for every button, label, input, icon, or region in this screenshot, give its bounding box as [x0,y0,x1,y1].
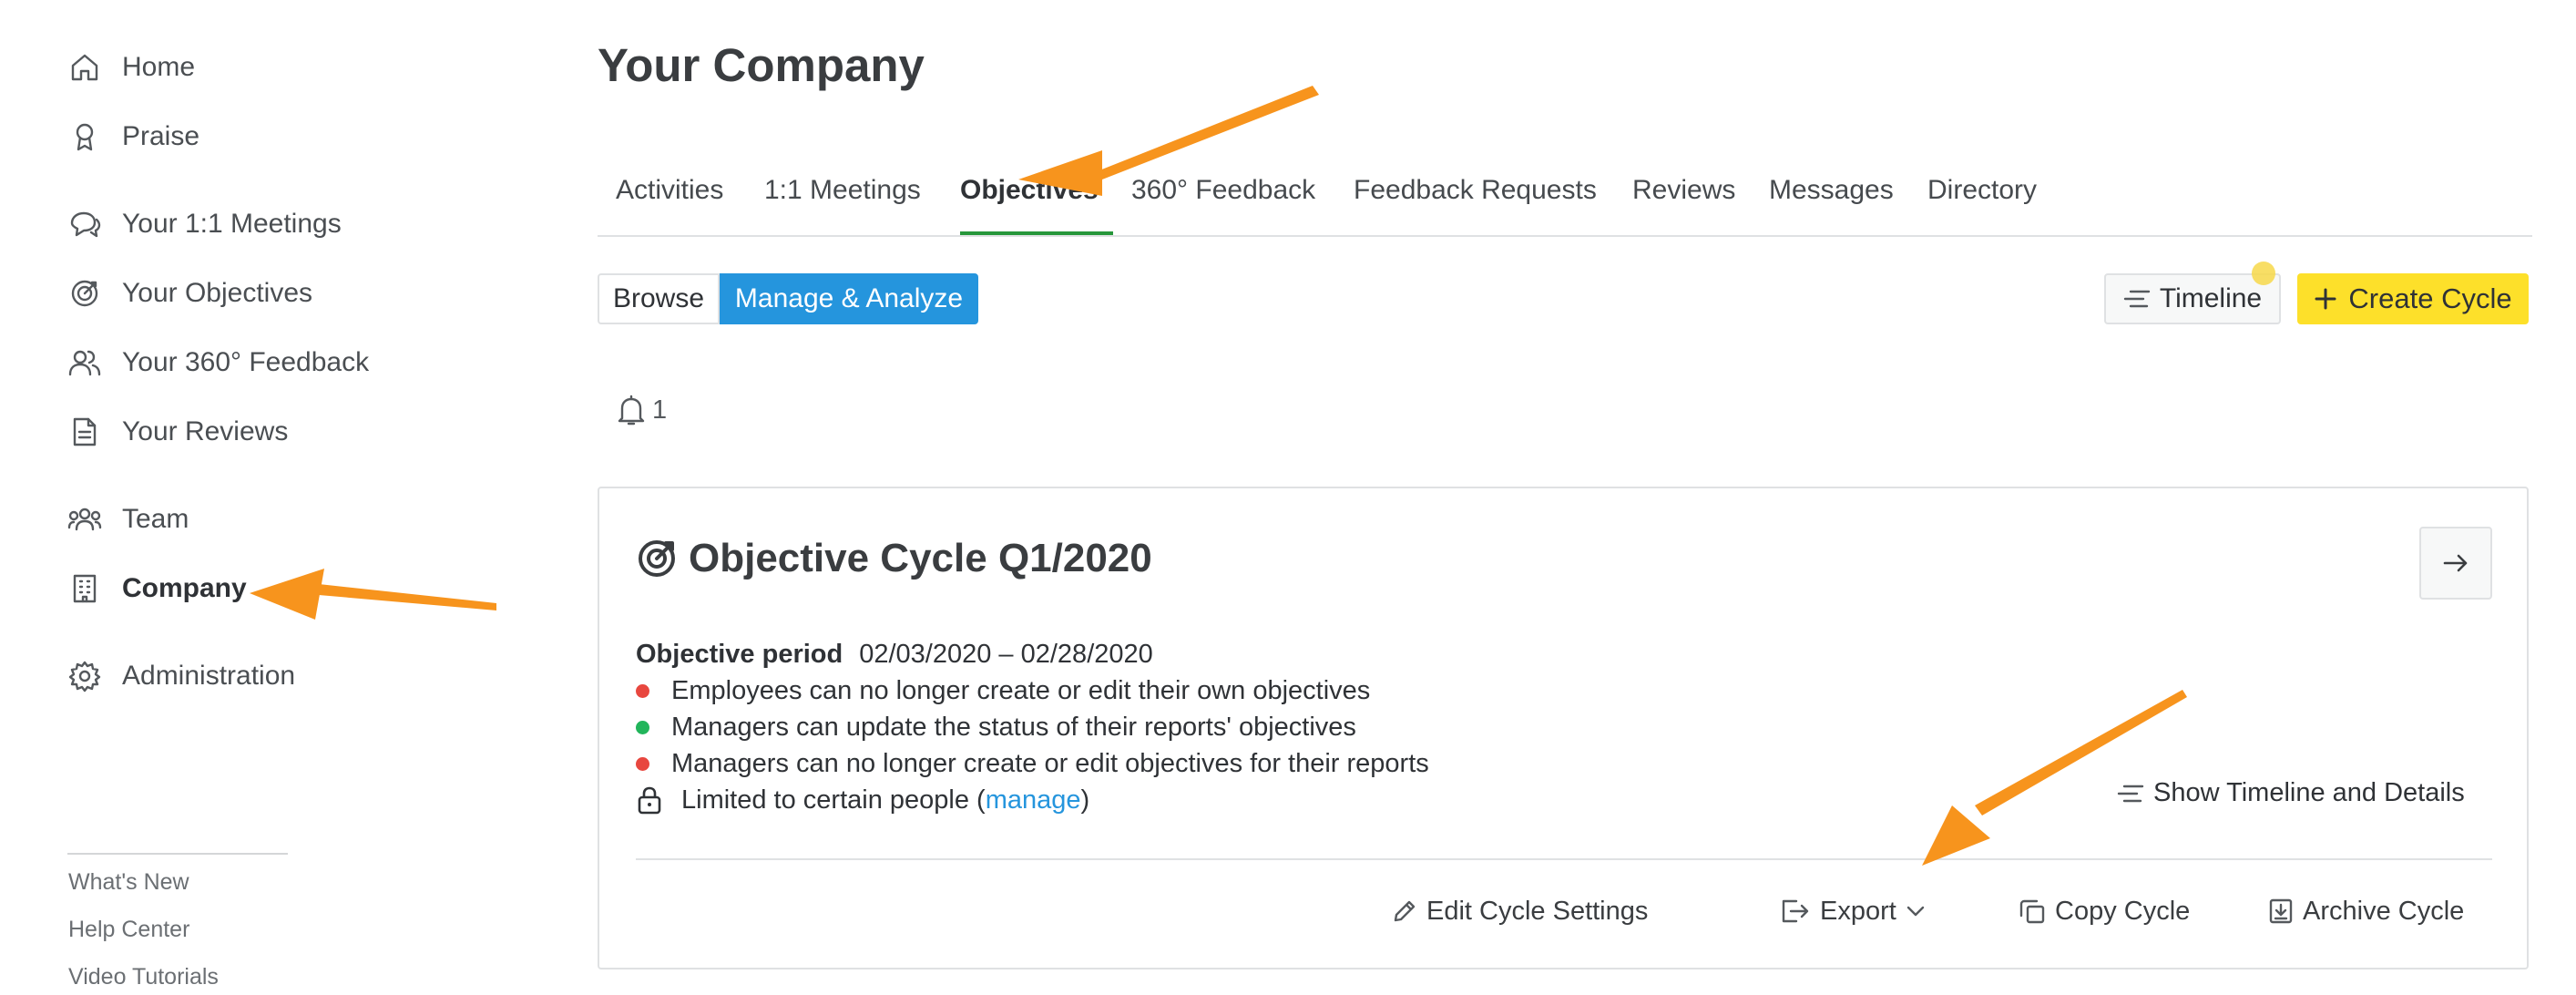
pencil-icon [1392,898,1417,924]
tab-reviews[interactable]: Reviews [1632,175,1735,206]
chevron-down-icon [1906,905,1926,918]
sidebar-item-objectives[interactable]: Your Objectives [67,266,312,321]
lock-icon [636,785,663,815]
active-tab-indicator [960,231,1113,235]
video-tutorials-link[interactable]: Video Tutorials [68,964,219,990]
timeline-label: Timeline [2159,283,2263,313]
browse-button[interactable]: Browse [598,273,720,324]
people-icon [67,345,102,380]
sidebar: Home Praise Your 1:1 Meetings Your Objec… [0,0,510,995]
card-divider [636,858,2492,860]
tab-meetings[interactable]: 1:1 Meetings [764,175,921,206]
manage-access-link[interactable]: manage [986,785,1081,815]
document-icon [67,415,102,449]
ribbon-icon [67,119,102,154]
chat-bubbles-icon [67,207,102,241]
status-dot-red [636,756,649,771]
sidebar-item-label: Praise [122,121,200,151]
period-value: 02/03/2020 – 02/28/2020 [859,640,1153,669]
archive-cycle-button[interactable]: Archive Cycle [2268,893,2464,929]
status-dot-green [636,720,649,734]
cycle-title: Objective Cycle Q1/2020 [636,536,1152,581]
help-center-link[interactable]: Help Center [68,917,189,943]
sidebar-item-label: Company [122,573,247,603]
objective-period: Objective period 02/03/2020 – 02/28/2020 [636,640,1153,670]
sidebar-item-label: Your 360° Feedback [122,347,370,377]
copy-cycle-button[interactable]: Copy Cycle [2019,893,2190,929]
cycle-rule: Managers can update the status of their … [636,709,1356,745]
sidebar-item-administration[interactable]: Administration [67,649,295,703]
sidebar-item-team[interactable]: Team [67,492,189,547]
manage-analyze-button[interactable]: Manage & Analyze [720,273,978,324]
objective-cycle-card: Objective Cycle Q1/2020 Objective period… [598,487,2529,969]
tab-directory[interactable]: Directory [1927,175,2037,206]
edit-cycle-label: Edit Cycle Settings [1426,896,1649,926]
create-cycle-label: Create Cycle [2348,282,2512,314]
rule-text: Employees can no longer create or edit t… [671,675,1371,705]
create-cycle-button[interactable]: Create Cycle [2297,273,2529,324]
access-restriction: Limited to certain people (manage) [636,782,1089,818]
archive-icon [2268,898,2294,925]
show-timeline-button[interactable]: Show Timeline and Details [2117,778,2465,808]
gear-icon [67,659,102,693]
sidebar-item-reviews[interactable]: Your Reviews [67,405,288,459]
timeline-icon [2123,289,2151,309]
sidebar-item-praise[interactable]: Praise [67,109,199,164]
sidebar-item-meetings[interactable]: Your 1:1 Meetings [67,197,342,251]
sidebar-item-label: Administration [122,661,296,691]
sidebar-item-company[interactable]: Company [67,561,247,616]
page-title: Your Company [598,39,925,91]
tab-bar: Activities 1:1 Meetings Objectives 360° … [598,162,2532,237]
notification-dot [2252,262,2275,285]
copy-cycle-label: Copy Cycle [2055,896,2191,926]
tab-activities[interactable]: Activities [616,175,723,206]
rule-text: Managers can update the status of their … [671,712,1356,742]
tab-360-feedback[interactable]: 360° Feedback [1131,175,1315,206]
tab-feedback-requests[interactable]: Feedback Requests [1354,175,1597,206]
sidebar-item-label: Team [122,504,189,534]
arrow-right-icon [2442,552,2469,574]
target-icon [636,538,678,580]
access-text: Limited to certain people ( [681,785,986,815]
home-icon [67,50,102,85]
archive-cycle-label: Archive Cycle [2303,896,2465,926]
tab-messages[interactable]: Messages [1769,175,1894,206]
tab-objectives[interactable]: Objectives [960,175,1099,206]
timeline-icon [2117,784,2144,804]
cycle-rule: Employees can no longer create or edit t… [636,672,1370,709]
bell-icon [616,394,647,426]
rule-text: Managers can no longer create or edit ob… [671,748,1429,778]
notifications-indicator[interactable]: 1 [616,394,667,426]
access-close: ) [1080,785,1090,815]
period-label: Objective period [636,640,843,669]
whats-new-link[interactable]: What's New [68,869,189,896]
view-toggle: Browse Manage & Analyze [598,273,978,324]
cycle-title-text: Objective Cycle Q1/2020 [689,536,1152,580]
cycle-rule: Managers can no longer create or edit ob… [636,745,1429,782]
sidebar-item-label: Your 1:1 Meetings [122,209,342,239]
export-icon [1780,898,1811,925]
building-icon [67,571,102,606]
sidebar-item-label: Your Reviews [122,416,289,446]
show-timeline-label: Show Timeline and Details [2153,778,2465,807]
export-label: Export [1820,896,1896,926]
notification-count: 1 [652,395,668,425]
sidebar-item-label: Home [122,52,196,82]
sidebar-item-home[interactable]: Home [67,40,195,95]
open-cycle-button[interactable] [2419,527,2492,600]
team-icon [67,502,102,537]
sidebar-item-360-feedback[interactable]: Your 360° Feedback [67,335,369,390]
target-icon [67,276,102,311]
export-dropdown[interactable]: Export [1780,893,1926,929]
edit-cycle-settings-button[interactable]: Edit Cycle Settings [1392,893,1648,929]
copy-icon [2019,898,2046,925]
status-dot-red [636,683,649,698]
sidebar-divider [67,853,288,855]
sidebar-item-label: Your Objectives [122,278,313,308]
plus-icon [2314,287,2337,311]
